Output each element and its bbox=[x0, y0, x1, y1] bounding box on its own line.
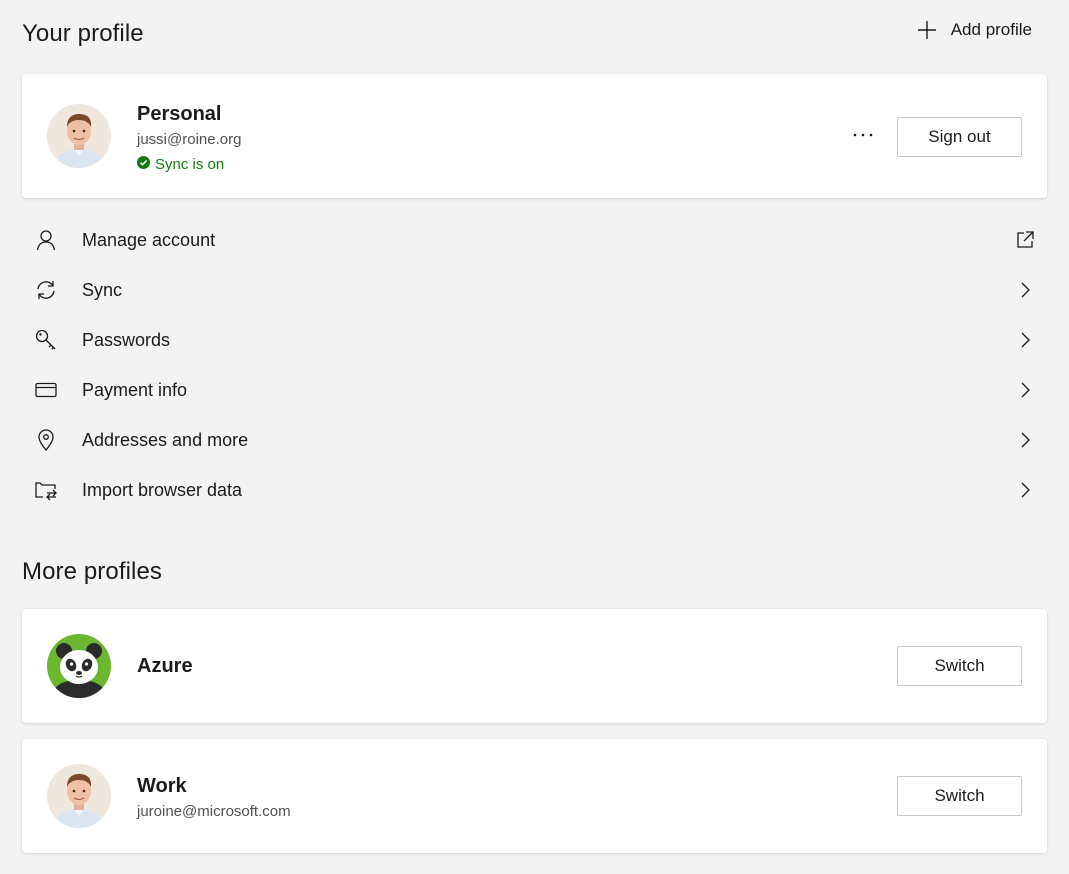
azure-profile-card: Azure Switch bbox=[22, 609, 1047, 723]
chevron-right-icon bbox=[1015, 330, 1035, 350]
more-horizontal-icon bbox=[852, 125, 874, 143]
profile-email: juroine@microsoft.com bbox=[137, 803, 291, 820]
personal-profile-card: Personal jussi@roine.org Sync is on Sign… bbox=[22, 74, 1047, 198]
profile-name: Work bbox=[137, 775, 187, 797]
chevron-right-icon bbox=[1015, 280, 1035, 300]
more-options-button[interactable] bbox=[849, 122, 877, 146]
profile-email: jussi@roine.org bbox=[137, 131, 242, 148]
switch-button[interactable]: Switch bbox=[897, 776, 1022, 816]
menu-item-label: Manage account bbox=[82, 229, 216, 250]
sign-out-button[interactable]: Sign out bbox=[897, 117, 1022, 157]
menu-item-label: Payment info bbox=[82, 379, 188, 400]
work-profile-card: Work juroine@microsoft.com Switch bbox=[22, 739, 1047, 853]
menu-item-label: Import browser data bbox=[82, 479, 243, 500]
person-photo-avatar bbox=[47, 764, 111, 828]
menu-item-import-browser-data[interactable]: Import browser data bbox=[22, 465, 1047, 515]
menu-item-sync[interactable]: Sync bbox=[22, 265, 1047, 315]
credit-card-icon bbox=[34, 378, 58, 402]
sync-icon bbox=[34, 278, 58, 302]
menu-item-manage-account[interactable]: Manage account bbox=[22, 215, 1047, 265]
more-profiles-heading: More profiles bbox=[22, 558, 163, 585]
your-profile-heading: Your profile bbox=[22, 20, 144, 47]
sync-status-label: Sync is on bbox=[155, 156, 225, 173]
person-icon bbox=[34, 228, 58, 252]
panda-avatar bbox=[47, 634, 111, 698]
profile-settings-menu: Manage account Sync Passwords Payment in… bbox=[22, 215, 1047, 515]
menu-item-addresses-and-more[interactable]: Addresses and more bbox=[22, 415, 1047, 465]
chevron-right-icon bbox=[1015, 380, 1035, 400]
menu-item-label: Passwords bbox=[82, 329, 171, 350]
chevron-right-icon bbox=[1015, 480, 1035, 500]
menu-item-label: Sync bbox=[82, 279, 123, 300]
profiles-settings-page: Your profile Add profile Personal jussi@… bbox=[0, 0, 1069, 874]
check-circle-icon bbox=[137, 156, 150, 173]
add-profile-button[interactable]: Add profile bbox=[917, 20, 1032, 40]
key-icon bbox=[34, 328, 58, 352]
location-pin-icon bbox=[34, 428, 58, 452]
profile-avatar bbox=[47, 104, 111, 168]
sync-status: Sync is on bbox=[137, 156, 224, 173]
switch-button[interactable]: Switch bbox=[897, 646, 1022, 686]
chevron-right-icon bbox=[1015, 430, 1035, 450]
menu-item-payment-info[interactable]: Payment info bbox=[22, 365, 1047, 415]
plus-icon bbox=[917, 20, 937, 40]
menu-item-passwords[interactable]: Passwords bbox=[22, 315, 1047, 365]
add-profile-label: Add profile bbox=[950, 20, 1032, 39]
profile-name: Azure bbox=[137, 655, 193, 677]
import-icon bbox=[34, 478, 58, 502]
menu-item-label: Addresses and more bbox=[82, 429, 249, 450]
profile-name: Personal bbox=[137, 103, 222, 125]
open-external-icon bbox=[1015, 230, 1035, 250]
